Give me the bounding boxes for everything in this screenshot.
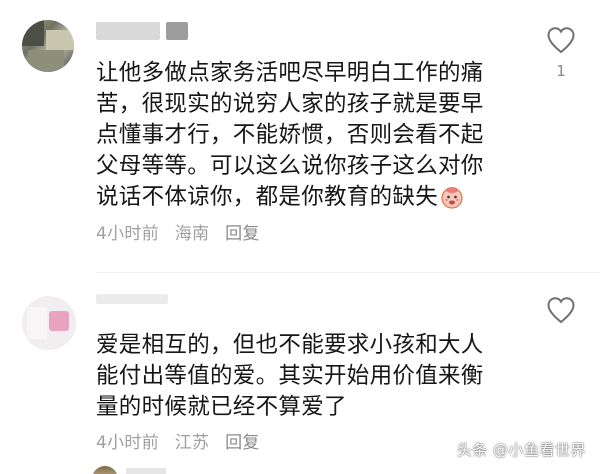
- comment-line: 说话不体谅你，都是你教育的缺失: [96, 184, 439, 210]
- like-button[interactable]: 1: [545, 26, 577, 80]
- like-button[interactable]: [545, 296, 577, 324]
- heart-outline-icon: [547, 27, 575, 54]
- avatar[interactable]: [22, 20, 74, 72]
- comment-meta: 4小时前 江苏 回复: [96, 428, 270, 453]
- username-blurred[interactable]: [96, 294, 168, 304]
- username-blurred-badge: [166, 22, 188, 40]
- comment-time: 4小时前: [96, 433, 160, 453]
- comment-location: 江苏: [174, 433, 210, 453]
- comment-line: 量的时候就已经不算爱了: [96, 394, 347, 420]
- comment-line: 让他多做点家务活吧尽早明白工作的痛: [96, 60, 484, 86]
- comment-line: 能付出等值的爱。其实开始用价值来衡: [96, 363, 484, 389]
- reply-button[interactable]: 回复: [225, 433, 260, 453]
- comment-item: 让他多做点家务活吧尽早明白工作的痛 苦，很现实的说穷人家的孩子就是要早 点懂事才…: [0, 14, 600, 264]
- comment-meta: 4小时前 海南 回复: [96, 219, 270, 244]
- comment-list: 让他多做点家务活吧尽早明白工作的痛 苦，很现实的说穷人家的孩子就是要早 点懂事才…: [0, 0, 600, 474]
- face-emoji-icon: [441, 187, 463, 209]
- watermark: 头条 @小鱼看世界: [456, 441, 586, 459]
- heart-outline-icon: [547, 297, 575, 324]
- comment-line: 点懂事才行，不能娇惯，否则会看不起: [96, 122, 484, 148]
- comment-text: 爱是相互的，但也不能要求小孩和大人 能付出等值的爱。其实开始用价值来衡 量的时候…: [96, 330, 536, 423]
- reply-button[interactable]: 回复: [225, 224, 260, 244]
- avatar-partial[interactable]: [92, 466, 118, 474]
- comment-line: 爱是相互的，但也不能要求小孩和大人: [96, 332, 484, 358]
- comment-time: 4小时前: [96, 224, 160, 244]
- comment-location: 海南: [174, 224, 210, 244]
- divider: [96, 272, 600, 273]
- comment-item: 爱是相互的，但也不能要求小孩和大人 能付出等值的爱。其实开始用价值来衡 量的时候…: [0, 290, 600, 453]
- comment-line: 父母等等。可以这么说你孩子这么对你: [96, 153, 484, 179]
- like-count: 1: [556, 62, 566, 80]
- comment-line: 苦，很现实的说穷人家的孩子就是要早: [96, 91, 484, 117]
- username-blurred-partial: [126, 468, 166, 474]
- username-blurred[interactable]: [96, 22, 160, 40]
- avatar[interactable]: [22, 296, 76, 350]
- comment-text: 让他多做点家务活吧尽早明白工作的痛 苦，很现实的说穷人家的孩子就是要早 点懂事才…: [96, 58, 536, 213]
